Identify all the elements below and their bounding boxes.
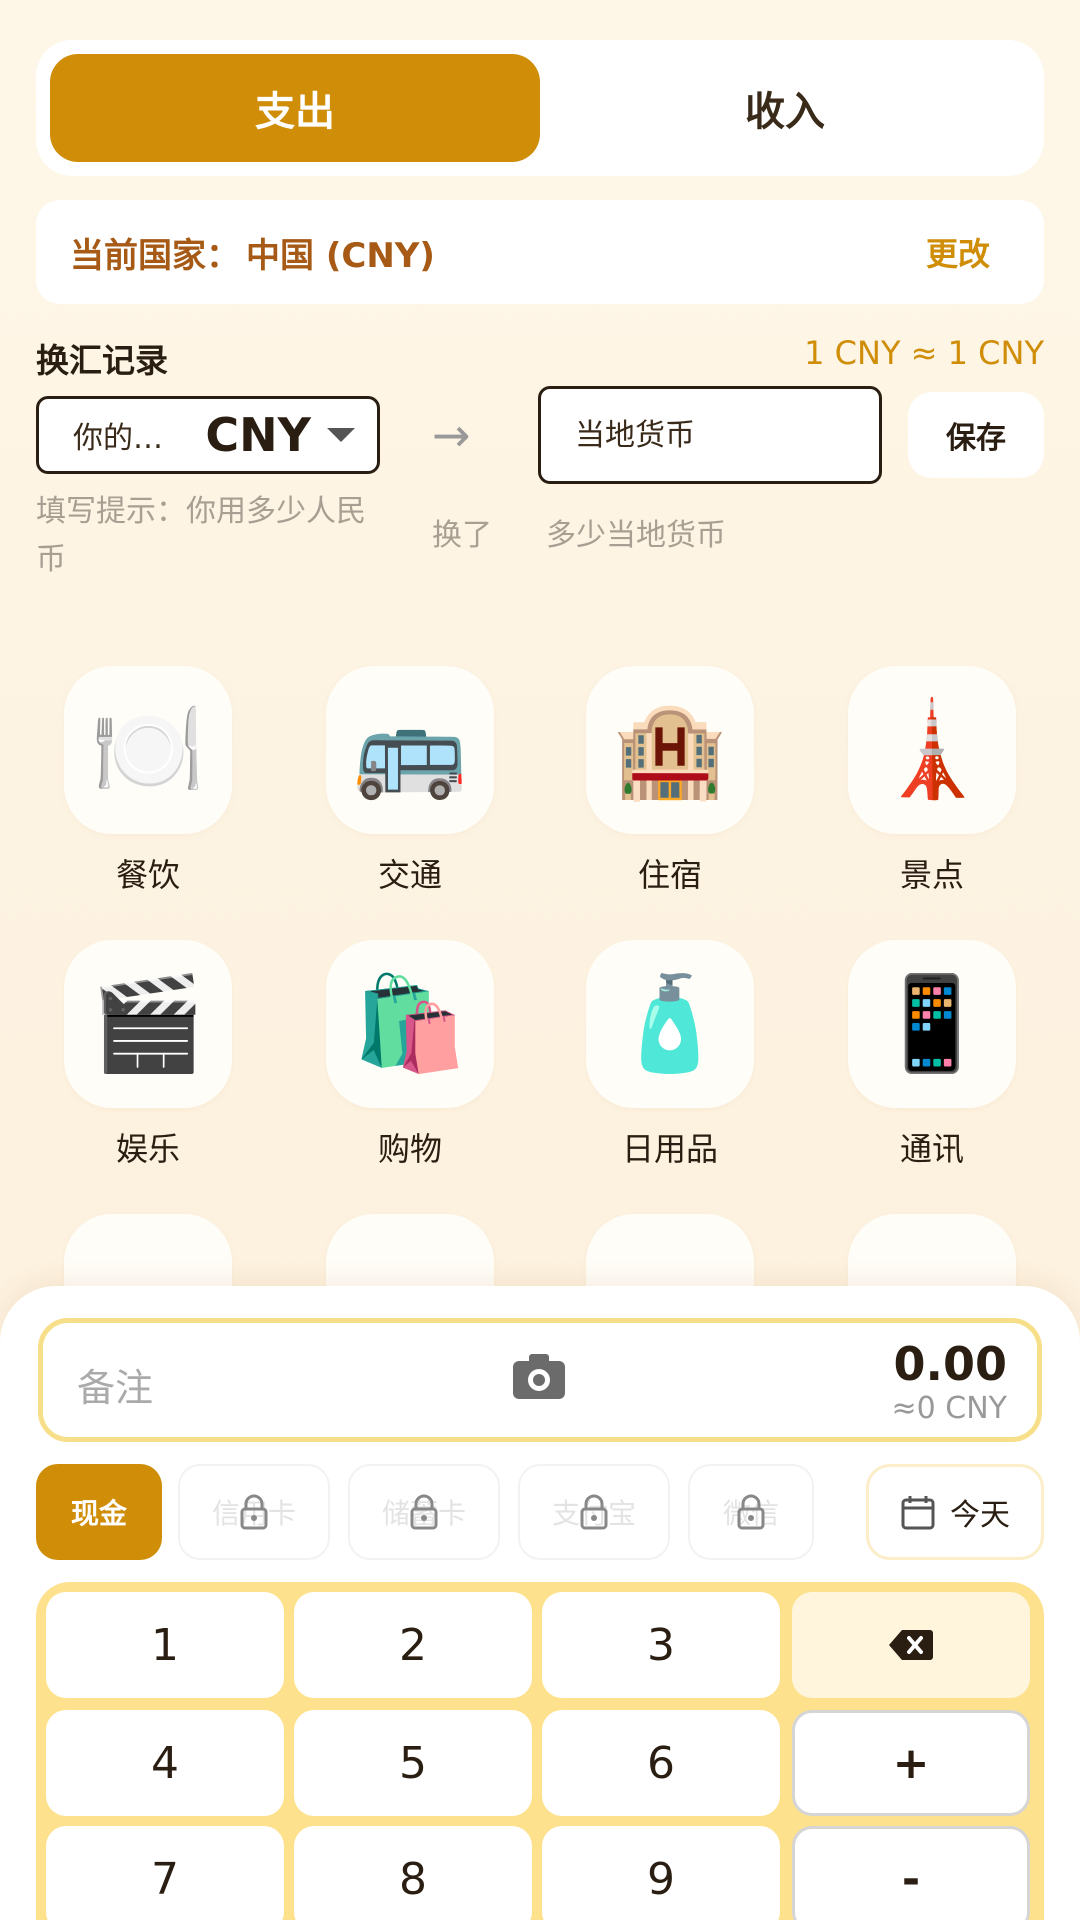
payment-cash[interactable]: 现金: [36, 1464, 162, 1560]
hint-left: 填写提示：你用多少人民币: [36, 494, 366, 577]
note-amount-box: 备注 0.00 ≈0 CNY: [38, 1318, 1042, 1442]
home-currency-select[interactable]: 你的… CNY: [36, 396, 380, 474]
phone-icon: 📱: [848, 940, 1016, 1108]
category-label: 餐饮: [115, 856, 180, 894]
payment-alipay[interactable]: 支付宝: [518, 1464, 670, 1560]
key-5[interactable]: 5: [294, 1710, 532, 1816]
category-entertainment[interactable]: 🎬 娱乐: [48, 940, 248, 1170]
lock-icon: [737, 1494, 765, 1530]
category-lodging[interactable]: 🏨 住宿: [570, 666, 770, 896]
home-currency-code: CNY: [205, 408, 311, 462]
lock-icon: [580, 1494, 608, 1530]
lotion-bottle-icon: 🧴: [586, 940, 754, 1108]
key-3[interactable]: 3: [542, 1592, 780, 1698]
converted-amount: ≈0 CNY: [891, 1391, 1007, 1426]
tower-icon: 🗼: [848, 666, 1016, 834]
country-value: 中国 (CNY): [246, 235, 435, 276]
category-label: 娱乐: [115, 1130, 180, 1168]
category-daily-goods[interactable]: 🧴 日用品: [570, 940, 770, 1170]
category-transport[interactable]: 🚌 交通: [310, 666, 510, 896]
category-telecom[interactable]: 📱 通讯: [832, 940, 1032, 1170]
hint-mid: 换了: [432, 518, 492, 553]
category-label: 住宿: [637, 856, 702, 894]
clapper-icon: 🎬: [64, 940, 232, 1108]
country-bar: 当前国家： 中国 (CNY) 更改: [36, 200, 1044, 304]
income-tab[interactable]: 收入: [540, 54, 1030, 162]
minus-button[interactable]: -: [792, 1826, 1030, 1920]
shopping-bags-icon: 🛍️: [326, 940, 494, 1108]
caret-down-icon: [327, 428, 355, 442]
amount-display: 0.00: [893, 1337, 1008, 1391]
dining-icon: 🍽️: [64, 666, 232, 834]
entry-sheet: 备注 0.00 ≈0 CNY 现金 信用卡 储蓄卡 支付宝 微信 今天 1 2 …: [0, 1286, 1080, 1920]
change-country-button[interactable]: 更改: [926, 229, 1010, 275]
payment-methods: 现金 信用卡 储蓄卡 支付宝 微信 今天: [36, 1464, 1044, 1560]
home-amount-placeholder: 你的…: [73, 421, 163, 456]
category-attractions[interactable]: 🗼 景点: [832, 666, 1032, 896]
category-label: 交通: [377, 856, 442, 894]
payment-debit-card[interactable]: 储蓄卡: [348, 1464, 500, 1560]
hint-right: 多少当地货币: [546, 518, 726, 553]
key-6[interactable]: 6: [542, 1710, 780, 1816]
category-shopping[interactable]: 🛍️ 购物: [310, 940, 510, 1170]
key-9[interactable]: 9: [542, 1826, 780, 1920]
exchange-rate: 1 CNY ≈ 1 CNY: [804, 334, 1044, 372]
category-label: 景点: [899, 856, 964, 894]
bus-icon: 🚌: [326, 666, 494, 834]
expense-tab[interactable]: 支出: [50, 54, 540, 162]
local-currency-input[interactable]: [538, 386, 882, 484]
lock-icon: [410, 1494, 438, 1530]
lock-icon: [240, 1494, 268, 1530]
key-4[interactable]: 4: [46, 1710, 284, 1816]
calendar-icon: [901, 1496, 935, 1530]
keypad: 1 2 3 4 5 6 + 7 8 9 -: [36, 1582, 1044, 1920]
country-label: 当前国家：: [70, 235, 240, 276]
note-input[interactable]: 备注: [77, 1357, 153, 1412]
hotel-icon: 🏨: [586, 666, 754, 834]
payment-wechat[interactable]: 微信: [688, 1464, 814, 1560]
category-dining[interactable]: 🍽️ 餐饮: [48, 666, 248, 896]
date-button[interactable]: 今天: [866, 1464, 1044, 1560]
key-7[interactable]: 7: [46, 1826, 284, 1920]
date-label: 今天: [950, 1498, 1010, 1533]
key-2[interactable]: 2: [294, 1592, 532, 1698]
backspace-button[interactable]: [792, 1592, 1030, 1698]
key-8[interactable]: 8: [294, 1826, 532, 1920]
plus-button[interactable]: +: [792, 1710, 1030, 1816]
category-label: 日用品: [621, 1130, 718, 1168]
exchange-title: 换汇记录: [36, 341, 168, 380]
save-exchange-button[interactable]: 保存: [908, 392, 1044, 478]
key-1[interactable]: 1: [46, 1592, 284, 1698]
category-label: 购物: [377, 1130, 442, 1168]
payment-credit-card[interactable]: 信用卡: [178, 1464, 330, 1560]
camera-icon[interactable]: [511, 1351, 567, 1401]
type-toggle: 支出 收入: [36, 40, 1044, 176]
backspace-icon: [889, 1630, 933, 1660]
category-label: 通讯: [899, 1130, 964, 1168]
arrow-right-icon: →: [432, 408, 471, 462]
